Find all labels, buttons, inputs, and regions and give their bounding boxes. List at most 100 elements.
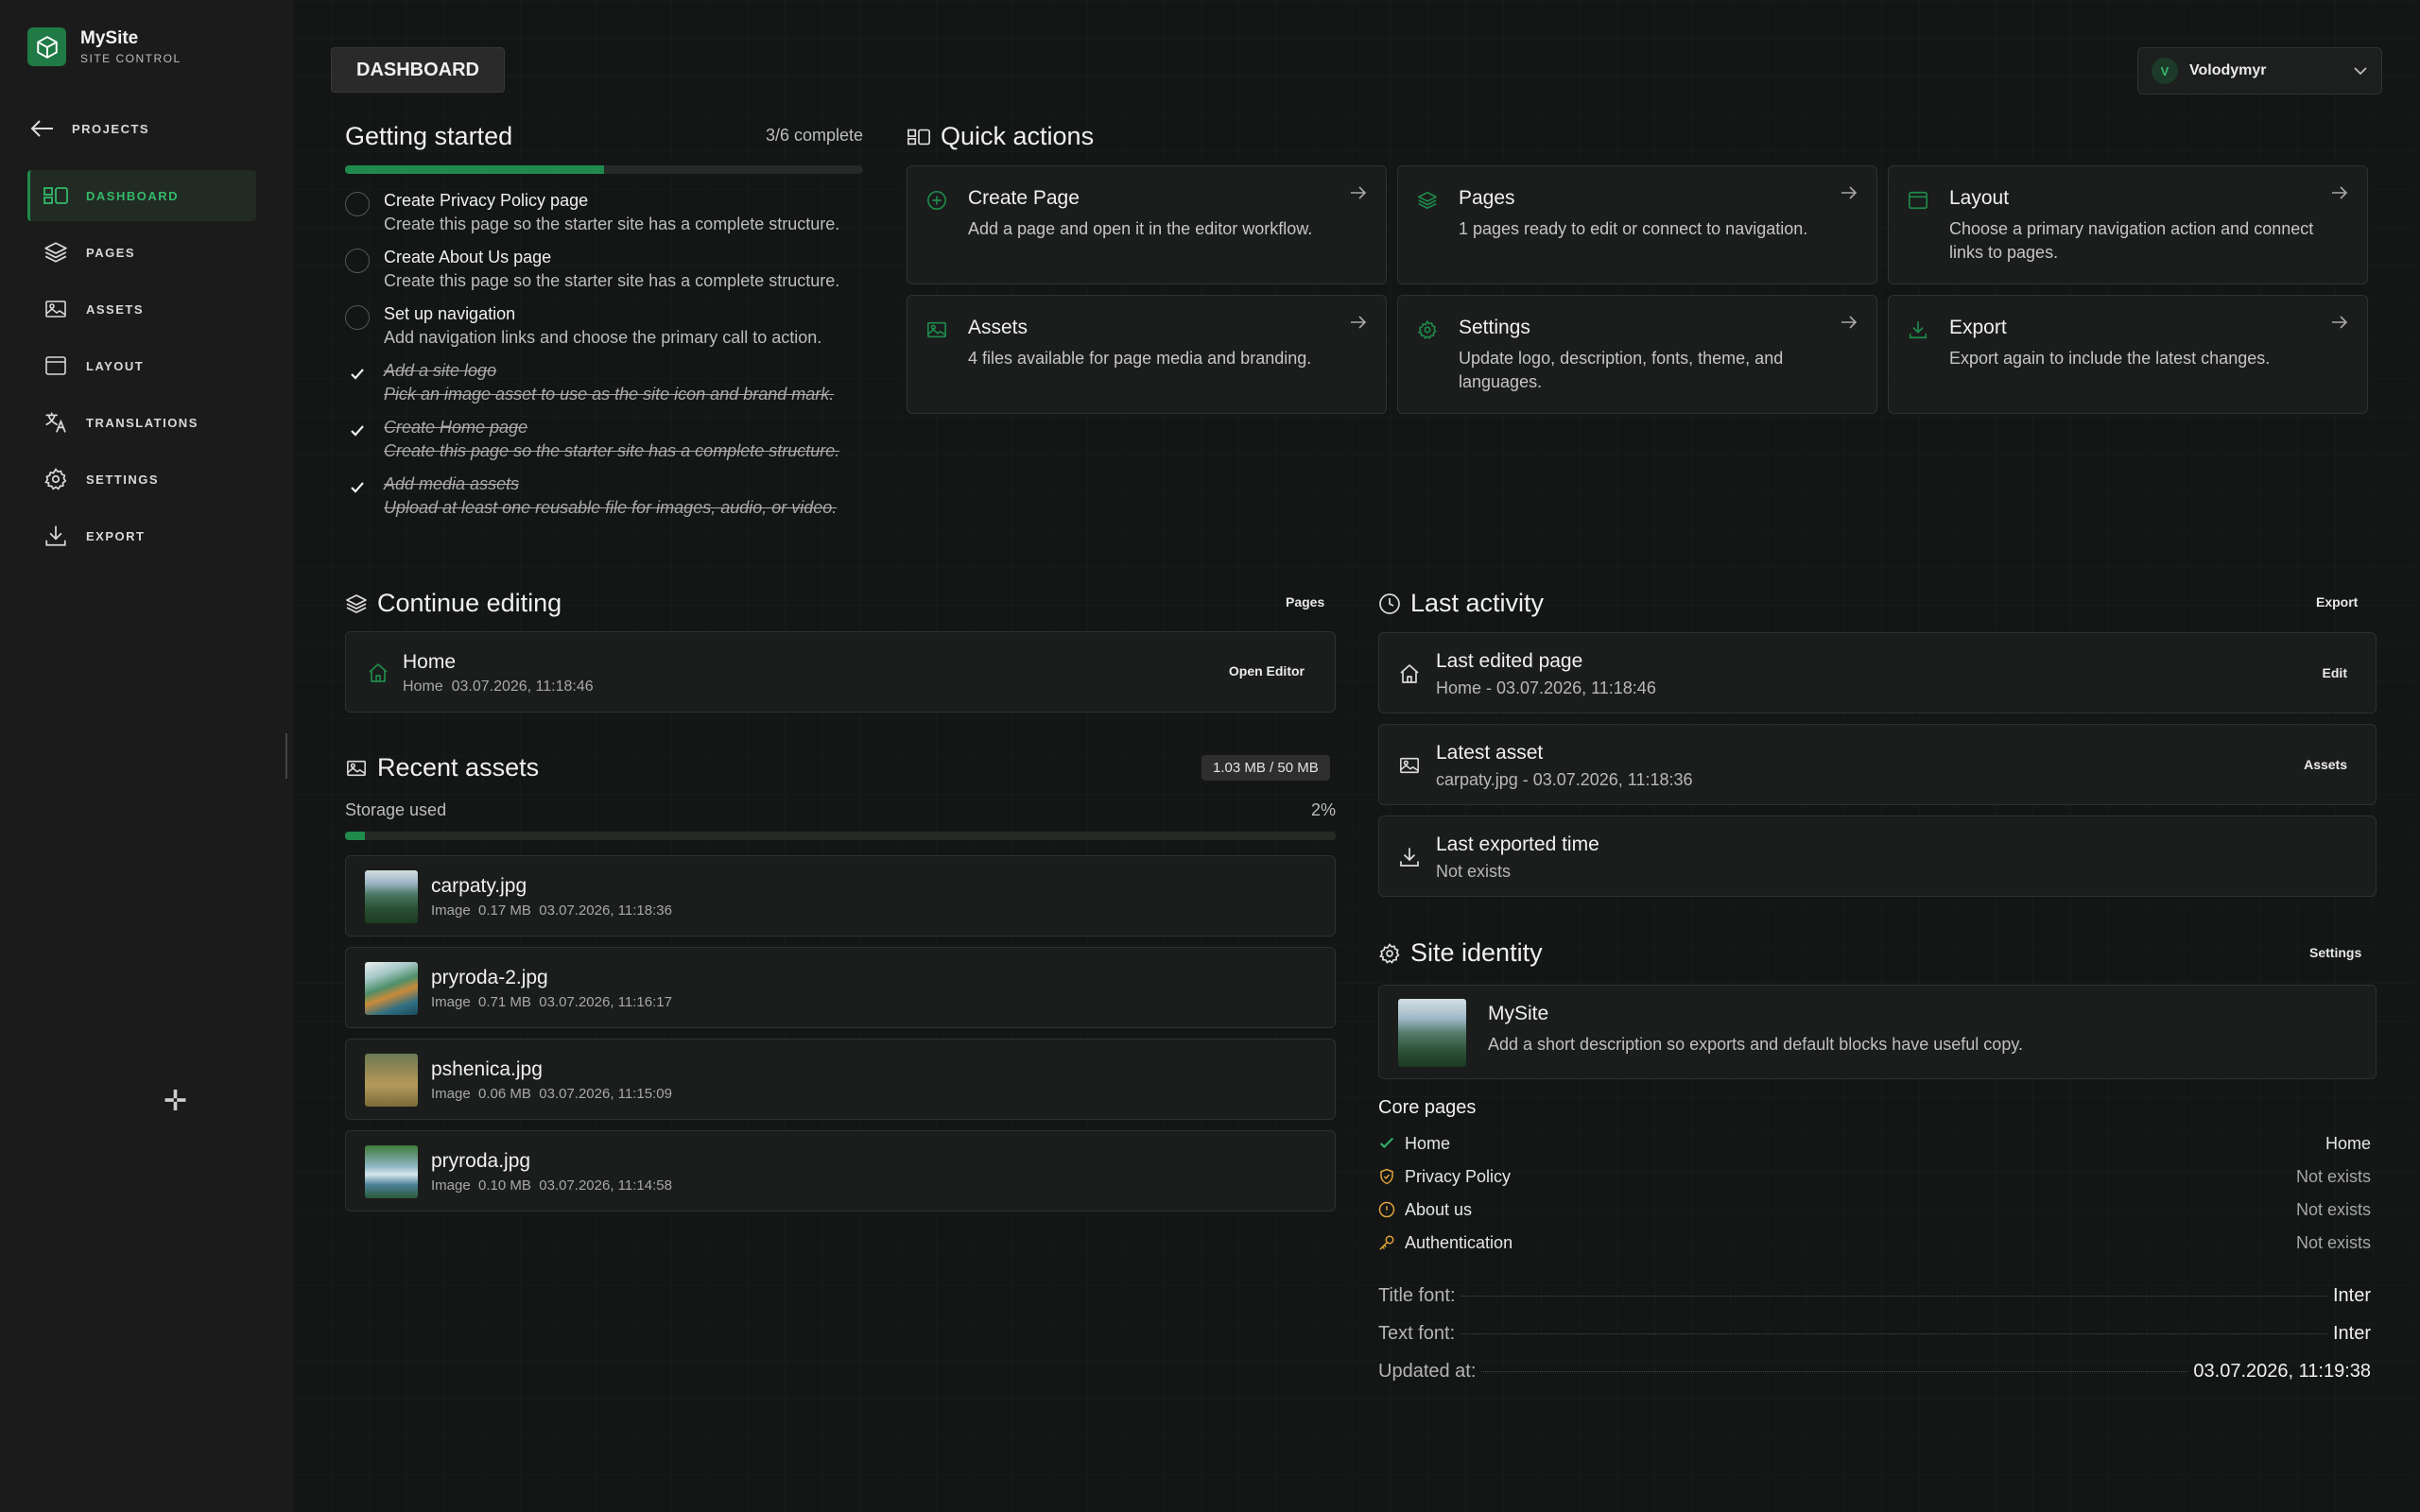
asset-type: Image xyxy=(431,1177,471,1194)
core-page-label: Privacy Policy xyxy=(1405,1166,1512,1186)
checkbox-empty-icon[interactable] xyxy=(345,192,370,216)
brand[interactable]: MySite SITE CONTROL xyxy=(27,27,182,66)
asset-name: pshenica.jpg xyxy=(431,1058,543,1080)
brand-name: MySite xyxy=(80,28,139,48)
quick-action-export[interactable]: Export Export again to include the lates… xyxy=(1888,295,2368,414)
title-font-row: Title font: Inter xyxy=(1378,1285,2371,1307)
asset-name: pryroda-2.jpg xyxy=(431,967,548,988)
quick-action-settings[interactable]: Settings Update logo, description, fonts… xyxy=(1397,295,1877,414)
checklist-item-desc: Add navigation links and choose the prim… xyxy=(384,328,822,347)
checklist-item[interactable]: Create About Us page Create this page so… xyxy=(345,247,839,294)
sidebar-item-dashboard[interactable]: DASHBOARD xyxy=(27,170,256,221)
settings-link[interactable]: Settings xyxy=(2309,945,2361,960)
asset-size: 0.06 MB xyxy=(478,1086,531,1102)
recent-assets-header: Recent assets xyxy=(345,753,539,782)
plus-circle-icon xyxy=(927,191,946,210)
asset-time: 03.07.2026, 11:15:09 xyxy=(539,1086,672,1102)
site-identity-card[interactable]: MySite Add a short description so export… xyxy=(1378,985,2377,1079)
core-page-privacy[interactable]: Privacy Policy Not exists xyxy=(1378,1162,2371,1191)
sidebar-item-settings[interactable]: SETTINGS xyxy=(27,454,256,505)
sidebar-item-export[interactable]: EXPORT xyxy=(27,510,256,561)
activity-latest-asset[interactable]: Latest asset carpaty.jpg - 03.07.2026, 1… xyxy=(1378,724,2377,805)
updated-at-label: Updated at: xyxy=(1378,1361,1477,1382)
asset-row[interactable]: carpaty.jpg Image 0.17 MB 03.07.2026, 11… xyxy=(345,855,1336,936)
edit-button[interactable]: Edit xyxy=(2323,665,2347,680)
site-name: MySite xyxy=(1488,1003,1549,1024)
shield-icon xyxy=(1380,1168,1393,1185)
layers-icon xyxy=(346,593,367,613)
quick-action-create-page[interactable]: Create Page Add a page and open it in th… xyxy=(907,165,1387,284)
checklist-item[interactable]: Create Privacy Policy page Create this p… xyxy=(345,190,839,237)
asset-size: 0.10 MB xyxy=(478,1177,531,1194)
export-link[interactable]: Export xyxy=(2316,594,2358,610)
image-icon xyxy=(347,760,366,776)
page-slug: Home xyxy=(403,679,443,695)
continue-editing-item[interactable]: Home Home 03.07.2026, 11:18:46 Open Edit… xyxy=(345,631,1336,713)
getting-started-progress-text: 3/6 complete xyxy=(765,126,863,145)
sidebar-item-translations[interactable]: TRANSLATIONS xyxy=(27,397,256,448)
core-page-home[interactable]: Home Home xyxy=(1378,1129,2371,1158)
image-icon xyxy=(927,321,946,338)
asset-size: 0.17 MB xyxy=(478,902,531,919)
arrow-left-icon xyxy=(30,120,53,137)
checkmark-icon[interactable] xyxy=(345,362,370,387)
asset-thumbnail xyxy=(365,1145,418,1198)
sidebar-item-assets[interactable]: ASSETS xyxy=(27,284,256,335)
site-description: Add a short description so exports and d… xyxy=(1488,1035,2023,1054)
activity-last-edited[interactable]: Last edited page Home - 03.07.2026, 11:1… xyxy=(1378,632,2377,713)
sidebar-item-layout[interactable]: LAYOUT xyxy=(27,340,256,391)
checkbox-empty-icon[interactable] xyxy=(345,249,370,273)
title-font-value: Inter xyxy=(2332,1285,2371,1306)
checklist-item[interactable]: Set up navigation Add navigation links a… xyxy=(345,303,821,351)
checkmark-icon[interactable] xyxy=(345,419,370,443)
core-page-value: Not exists xyxy=(2295,1166,2371,1186)
chevron-down-icon xyxy=(2354,67,2367,76)
layout-icon xyxy=(1909,191,1927,210)
continue-editing-header: Continue editing xyxy=(345,589,562,618)
sidebar: MySite SITE CONTROL PROJECTS DASHBOARD P… xyxy=(0,0,293,1512)
core-page-value: Home xyxy=(2325,1133,2371,1153)
open-editor-button[interactable]: Open Editor xyxy=(1229,663,1305,679)
user-name: Volodymyr xyxy=(2189,62,2267,78)
storage-progress-bar xyxy=(345,832,1336,840)
quick-action-title: Settings xyxy=(1459,317,1530,338)
checklist-item-title: Set up navigation xyxy=(384,304,516,323)
core-page-about[interactable]: About us Not exists xyxy=(1378,1195,2371,1224)
asset-row[interactable]: pryroda.jpg Image 0.10 MB 03.07.2026, 11… xyxy=(345,1130,1336,1211)
quick-action-pages[interactable]: Pages 1 pages ready to edit or connect t… xyxy=(1397,165,1877,284)
storage-percent: 2% xyxy=(1310,800,1336,819)
assets-button[interactable]: Assets xyxy=(2304,757,2347,772)
sidebar-item-label: TRANSLATIONS xyxy=(86,415,199,430)
checkbox-empty-icon[interactable] xyxy=(345,305,370,330)
page-title-tab[interactable]: DASHBOARD xyxy=(331,47,505,93)
core-page-label: Home xyxy=(1405,1133,1451,1153)
dotted-leader xyxy=(1481,1371,2188,1372)
back-to-projects-link[interactable]: PROJECTS xyxy=(28,117,149,140)
site-identity-header: Site identity xyxy=(1378,938,1543,968)
pages-link[interactable]: Pages xyxy=(1286,594,1324,610)
asset-size: 0.71 MB xyxy=(478,994,531,1010)
checklist-item-desc: Create this page so the starter site has… xyxy=(384,215,840,233)
sidebar-item-label: DASHBOARD xyxy=(86,188,179,203)
quick-action-title: Create Page xyxy=(968,187,1080,209)
asset-row[interactable]: pshenica.jpg Image 0.06 MB 03.07.2026, 1… xyxy=(345,1039,1336,1120)
font-info: Title font: Inter Text font: Inter Updat… xyxy=(1378,1285,2377,1382)
quick-action-assets[interactable]: Assets 4 files available for page media … xyxy=(907,295,1387,414)
checklist-item-done[interactable]: Create Home page Create this page so the… xyxy=(345,417,839,464)
sidebar-item-pages[interactable]: PAGES xyxy=(27,227,256,278)
sidebar-item-label: EXPORT xyxy=(86,528,146,543)
asset-time: 03.07.2026, 11:16:17 xyxy=(539,994,672,1010)
checkmark-icon[interactable] xyxy=(345,475,370,500)
asset-row[interactable]: pryroda-2.jpg Image 0.71 MB 03.07.2026, … xyxy=(345,947,1336,1028)
image-icon xyxy=(1400,757,1419,774)
user-menu[interactable]: V Volodymyr xyxy=(2137,47,2382,94)
recent-assets-title: Recent assets xyxy=(377,753,540,782)
dashboard-icon xyxy=(43,187,68,204)
layout-icon xyxy=(45,356,66,375)
sidebar-resize-handle[interactable] xyxy=(285,733,287,779)
checklist-item-done[interactable]: Add media assets Upload at least one reu… xyxy=(345,473,837,521)
quick-action-layout[interactable]: Layout Choose a primary navigation actio… xyxy=(1888,165,2368,284)
core-page-authentication[interactable]: Authentication Not exists xyxy=(1378,1228,2371,1257)
checklist-item-done[interactable]: Add a site logo Pick an image asset to u… xyxy=(345,360,834,407)
arrow-right-icon xyxy=(1841,186,1858,199)
